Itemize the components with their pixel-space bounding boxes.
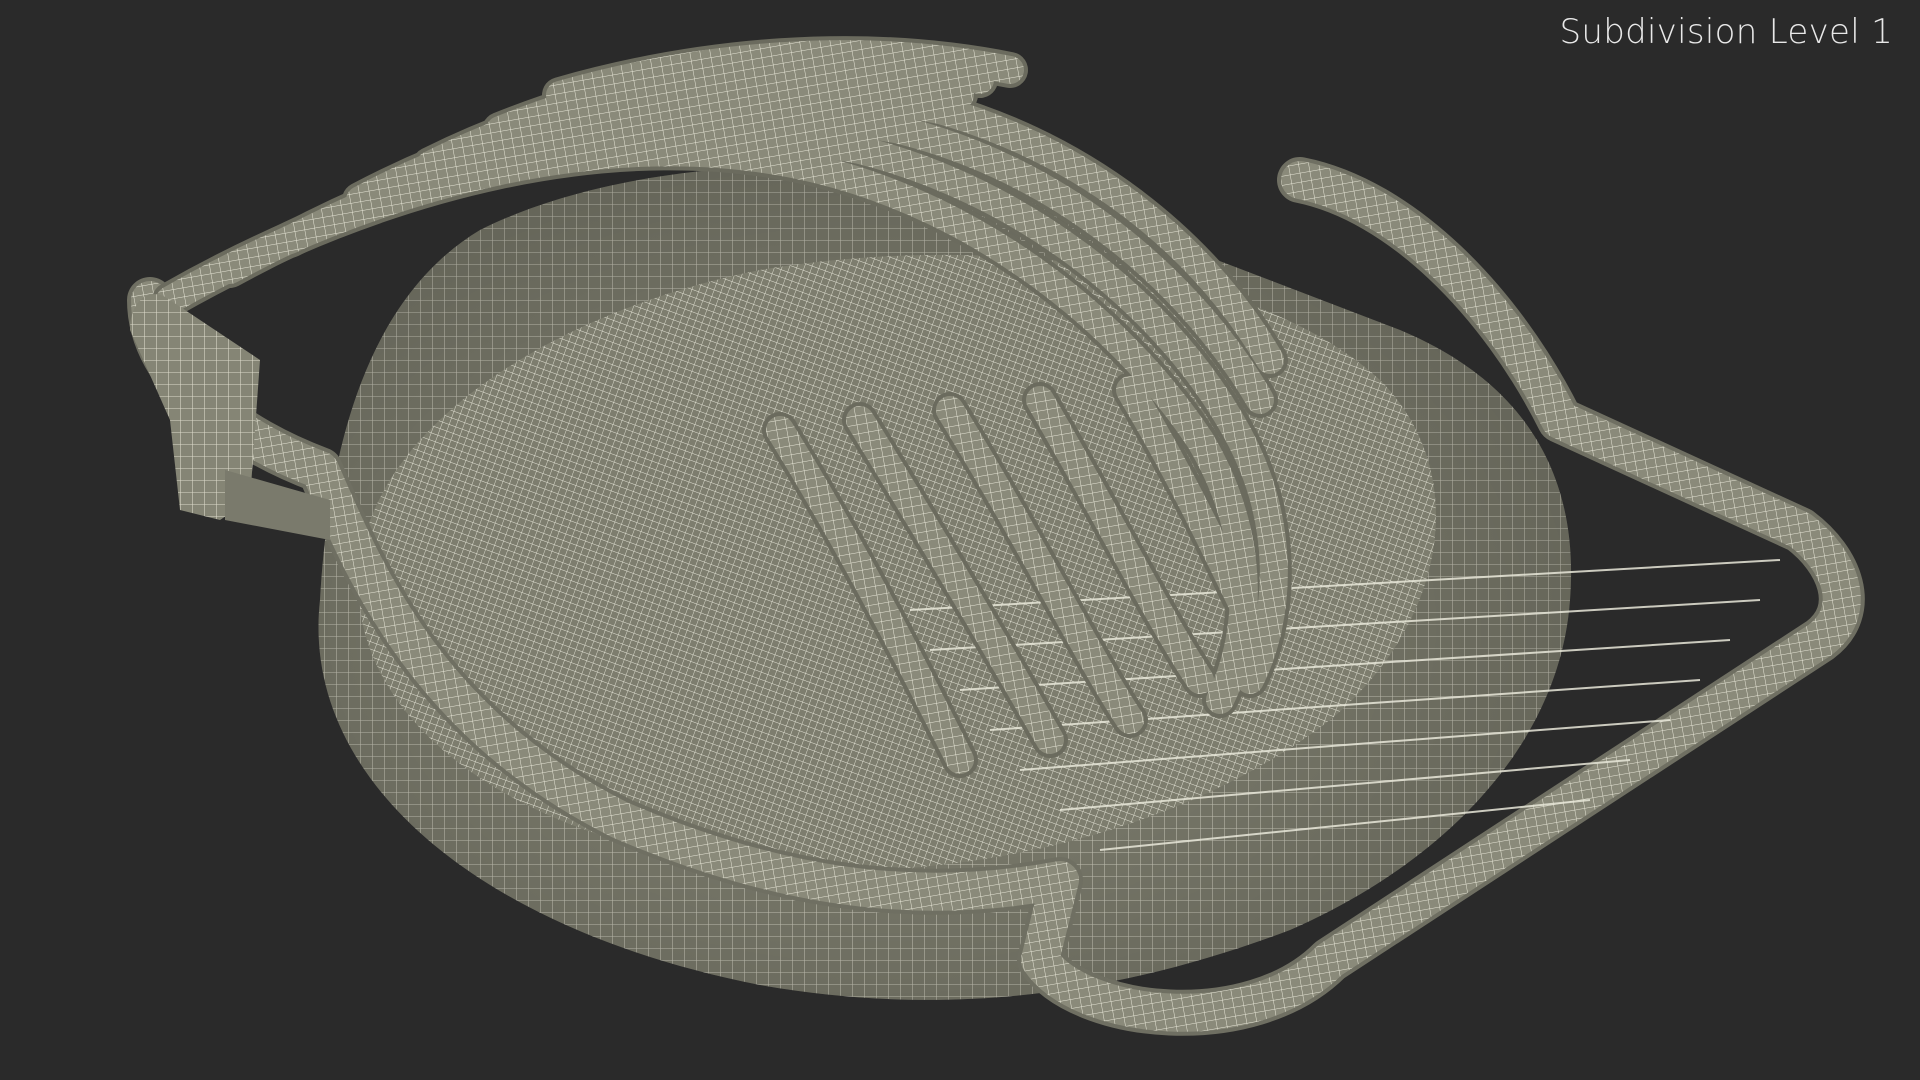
wireframe-render <box>127 36 1865 1036</box>
subdivision-level-label: Subdivision Level 1 <box>1559 12 1893 52</box>
3d-viewport: Subdivision Level 1 <box>0 0 1920 1080</box>
hinge-block <box>130 294 330 540</box>
